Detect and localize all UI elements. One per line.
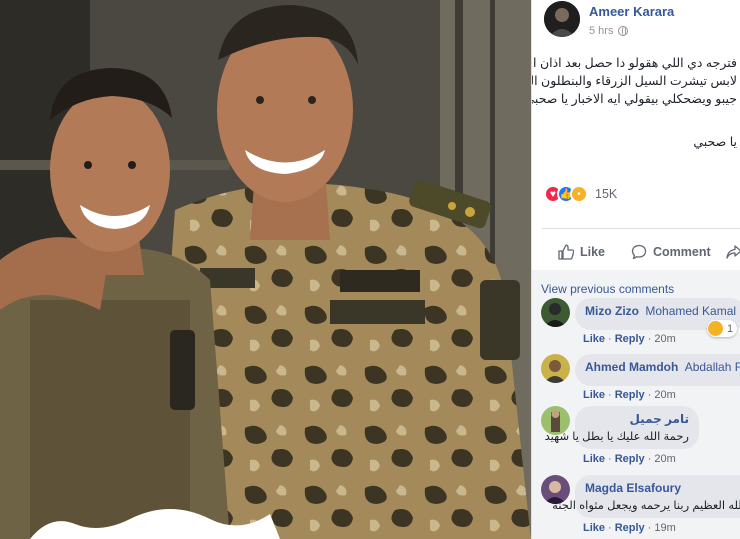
like-button-label: Like bbox=[580, 245, 606, 259]
comment-reaction-count: 1 bbox=[727, 322, 734, 335]
commenter-name[interactable]: تامر جميل bbox=[585, 412, 689, 426]
comment-text: رحمة الله عليك يا بطل يا شهيد bbox=[544, 431, 689, 443]
post-text-line: فترجه دي اللي هقولو دا حصل بعد اذان الفج… bbox=[532, 56, 737, 70]
comment-text: الله العظيم ربنا يرحمه ويجعل مثواه الجنة bbox=[552, 500, 740, 512]
comment-meta: Like · Reply · 19m bbox=[583, 522, 676, 534]
author-name[interactable]: Ameer Karara bbox=[589, 4, 674, 19]
comment-meta: Like · Reply · 20m bbox=[583, 389, 676, 401]
author-avatar-image bbox=[544, 1, 580, 37]
commenter-name[interactable]: Magda Elsafoury bbox=[585, 481, 681, 495]
commenter-avatar[interactable] bbox=[541, 298, 570, 327]
commenter-avatar-image bbox=[541, 298, 570, 327]
commenter-name[interactable]: Ahmed Mamdoh bbox=[585, 360, 678, 374]
comment-meta: Like · Reply · 20m bbox=[583, 453, 676, 465]
share-icon bbox=[726, 245, 740, 259]
reactions-summary[interactable]: ♥ 👍 • 15K bbox=[544, 185, 617, 203]
comment-like-link[interactable]: Like bbox=[583, 522, 605, 534]
comment-like-link[interactable]: Like bbox=[583, 389, 605, 401]
comment-reply-link[interactable]: Reply bbox=[615, 522, 645, 534]
view-previous-comments-link[interactable]: View previous comments bbox=[541, 282, 674, 296]
commenter-avatar[interactable] bbox=[541, 354, 570, 383]
post-actions: Like Comment bbox=[532, 238, 740, 266]
globe-icon bbox=[618, 26, 629, 36]
post-photo[interactable] bbox=[0, 0, 531, 539]
author-meta: Ameer Karara 5 hrs bbox=[589, 1, 674, 37]
comment-reply-link[interactable]: Reply bbox=[615, 453, 645, 465]
comment-like-link[interactable]: Like bbox=[583, 453, 605, 465]
post-text: فترجه دي اللي هقولو دا حصل بعد اذان الفج… bbox=[531, 54, 737, 108]
comments-section: View previous comments Mizo Zizo Mohamed… bbox=[532, 270, 740, 539]
like-button[interactable]: Like bbox=[558, 244, 605, 260]
comment-button-label: Comment bbox=[653, 245, 711, 259]
commenter-avatar-image bbox=[541, 354, 570, 383]
photo-illustration bbox=[0, 0, 531, 539]
divider bbox=[542, 228, 740, 229]
post-text-trail: يا صحبي bbox=[693, 135, 737, 149]
comment-like-link[interactable]: Like bbox=[583, 333, 605, 345]
comment-bubble: Magda Elsafoury الله العظيم ربنا يرحمه و… bbox=[552, 475, 740, 518]
post-header: Ameer Karara 5 hrs bbox=[544, 1, 674, 37]
tagged-user[interactable]: Mohamed Kamal bbox=[645, 304, 736, 318]
comment-reply-link[interactable]: Reply bbox=[615, 389, 645, 401]
comment-bubble: Ahmed Mamdoh Abdallah Fa bbox=[575, 354, 740, 386]
commenter-name[interactable]: Mizo Zizo bbox=[585, 304, 639, 318]
comment-bubble: تامر جميل رحمة الله عليك يا بطل يا شهيد bbox=[544, 406, 699, 449]
comment-reply-link[interactable]: Reply bbox=[615, 333, 645, 345]
post-panel: Ameer Karara 5 hrs فترجه دي اللي هقولو د… bbox=[531, 0, 740, 539]
comment-icon bbox=[631, 244, 647, 260]
thumbs-up-icon bbox=[558, 244, 574, 260]
tagged-user[interactable]: Abdallah Fa bbox=[685, 360, 740, 374]
haha-icon bbox=[708, 321, 723, 336]
post-time-label: 5 hrs bbox=[589, 25, 614, 37]
comment-reaction-badge[interactable]: 1 bbox=[707, 320, 738, 337]
post-time[interactable]: 5 hrs bbox=[589, 25, 674, 37]
comment-button[interactable]: Comment bbox=[631, 244, 711, 260]
comment-time[interactable]: 20m bbox=[654, 389, 675, 401]
comment-time[interactable]: 20m bbox=[654, 453, 675, 465]
share-button[interactable] bbox=[726, 244, 740, 260]
post-text-line: لابس تيشرت السيل الزرقاء والبنطلون البيج bbox=[531, 74, 737, 88]
author-avatar[interactable] bbox=[544, 1, 580, 37]
post-text-line: جيبو ويضحكلي بيقولي ايه الاخبار يا صحبي bbox=[531, 92, 737, 106]
reaction-count: 15K bbox=[595, 187, 618, 201]
comment-time[interactable]: 19m bbox=[654, 522, 675, 534]
comment-time[interactable]: 20m bbox=[654, 333, 675, 345]
comment-meta: Like · Reply · 20m bbox=[583, 333, 676, 345]
wow-icon: • bbox=[570, 185, 588, 203]
